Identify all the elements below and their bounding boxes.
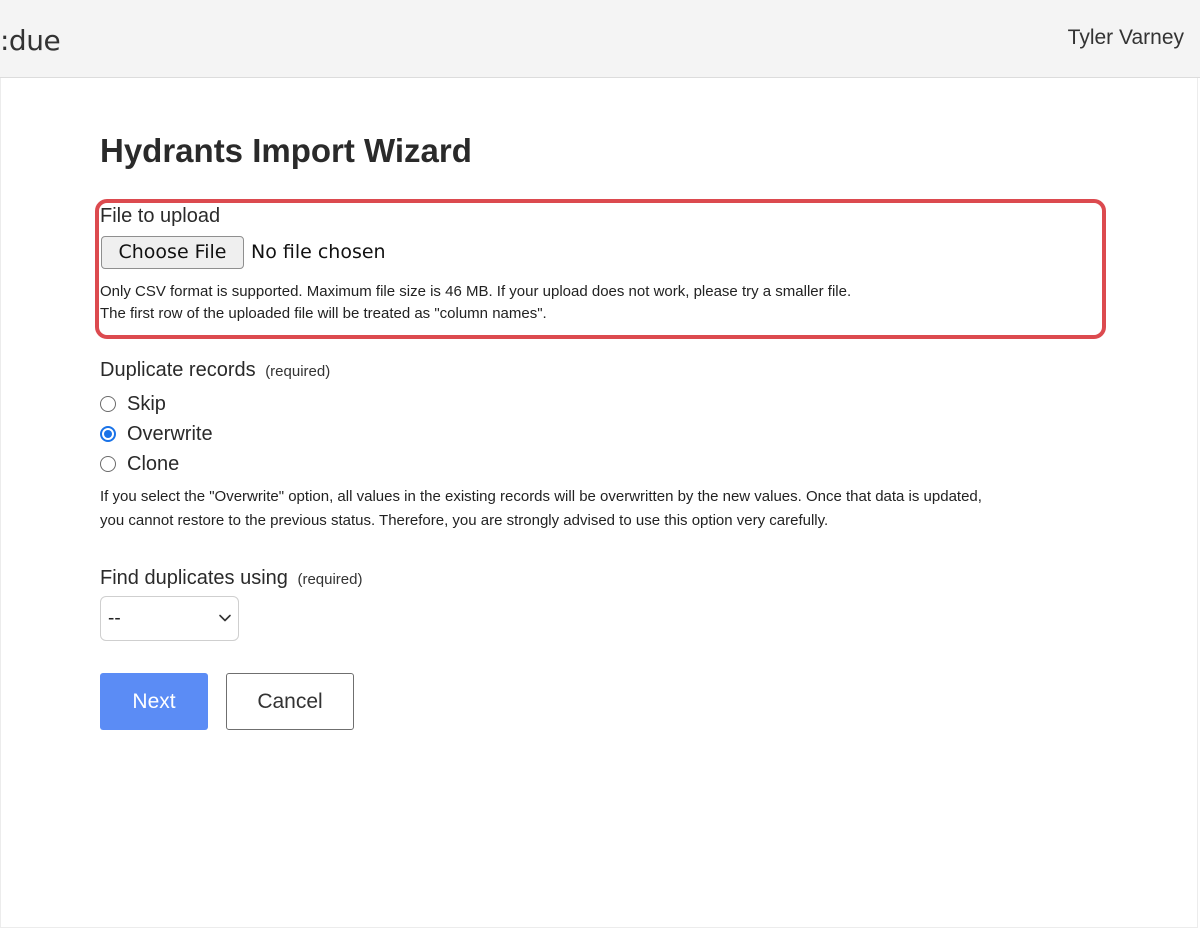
radio-button[interactable] xyxy=(100,396,116,412)
duplicate-records-label: Duplicate records (required) xyxy=(100,357,330,385)
find-duplicates-label-text: Find duplicates using xyxy=(100,567,288,589)
duplicate-records-label-text: Duplicate records xyxy=(100,359,256,381)
overwrite-warning-text: you cannot restore to the previous statu… xyxy=(100,512,829,529)
next-button[interactable]: Next xyxy=(100,673,208,730)
radio-option-clone[interactable]: Clone xyxy=(100,451,179,477)
radio-button[interactable] xyxy=(100,456,116,472)
file-upload-label: File to upload xyxy=(100,205,221,227)
file-help-text: The first row of the uploaded file will … xyxy=(100,305,547,322)
radio-label[interactable]: Overwrite xyxy=(127,421,213,447)
required-indicator: (required) xyxy=(265,363,331,380)
file-help-text: Only CSV format is supported. Maximum fi… xyxy=(100,283,852,300)
top-bar: :due Tyler Varney xyxy=(0,0,1200,78)
find-duplicates-select[interactable]: -- xyxy=(100,596,239,641)
radio-button-checked[interactable] xyxy=(100,426,116,442)
user-name[interactable]: Tyler Varney xyxy=(1068,24,1184,52)
radio-label[interactable]: Skip xyxy=(127,391,166,417)
radio-option-skip[interactable]: Skip xyxy=(100,391,166,417)
radio-option-overwrite[interactable]: Overwrite xyxy=(100,421,213,447)
file-status-text: No file chosen xyxy=(251,241,386,263)
page-title: Hydrants Import Wizard xyxy=(100,132,472,169)
find-duplicates-label: Find duplicates using (required) xyxy=(100,565,362,593)
app-logo[interactable]: :due xyxy=(0,24,61,58)
overwrite-warning-text: If you select the "Overwrite" option, al… xyxy=(100,488,982,505)
chevron-down-icon xyxy=(219,614,231,622)
cancel-button[interactable]: Cancel xyxy=(226,673,354,730)
radio-label[interactable]: Clone xyxy=(127,451,179,477)
required-indicator: (required) xyxy=(297,571,363,588)
choose-file-button[interactable]: Choose File xyxy=(101,236,244,269)
select-value: -- xyxy=(108,608,121,629)
